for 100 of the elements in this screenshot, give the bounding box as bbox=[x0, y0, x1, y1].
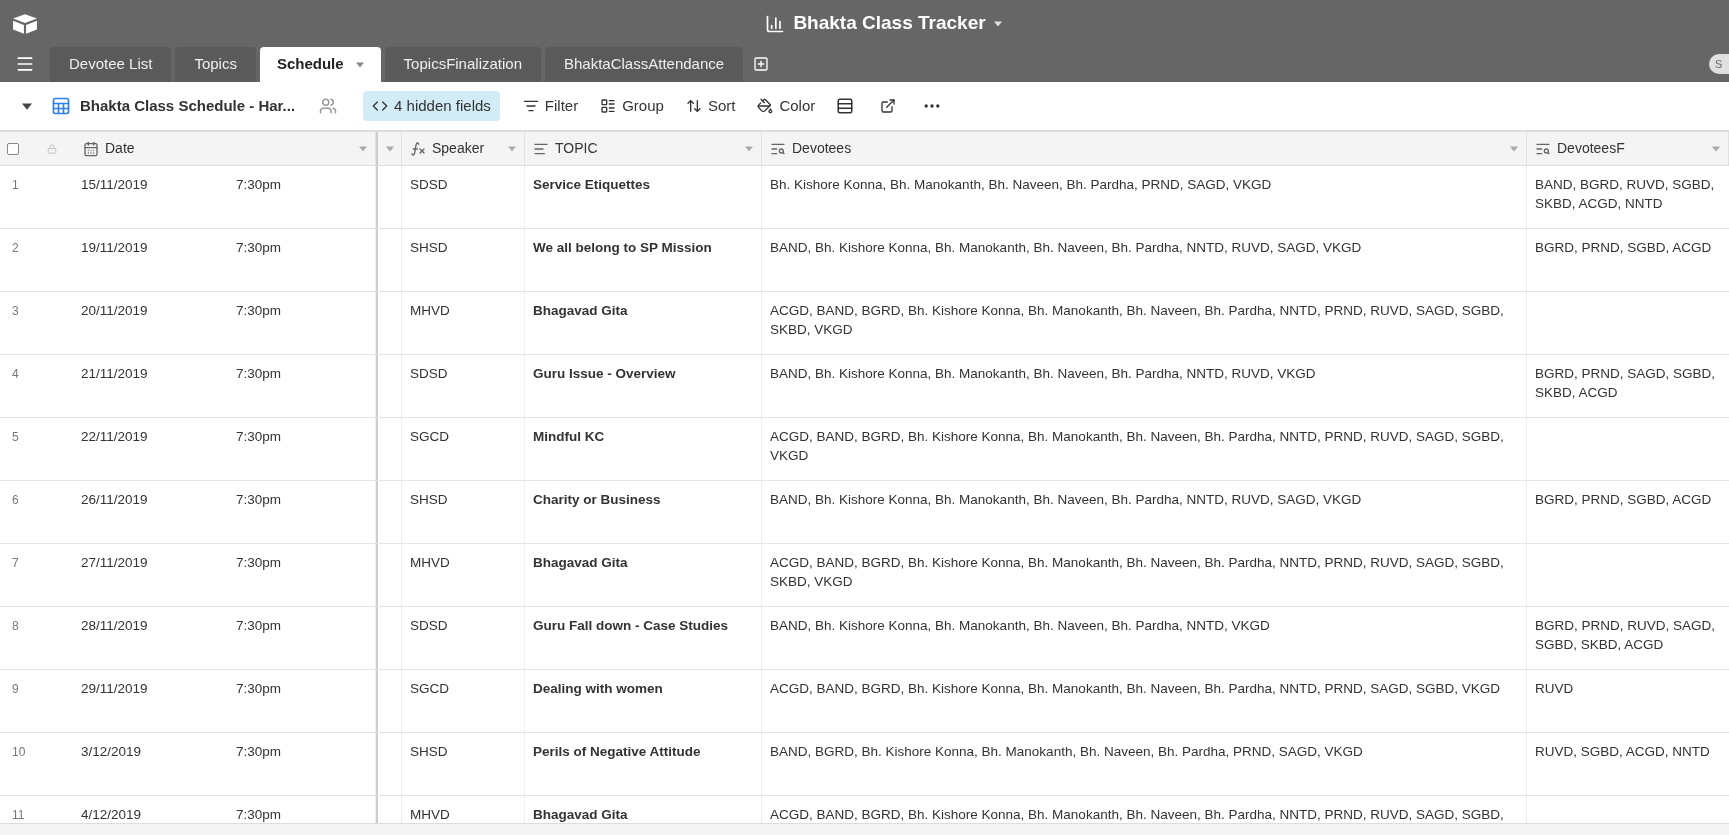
devotees-cell: ACGD, BAND, BGRD, Bh. Kishore Konna, Bh. Manokanth, Bh. Naveen, Bh. Pardha, NNTD, PRND, RUVD, SAGD, SGBD, VKGD bbox=[770, 429, 1504, 463]
calendar-icon bbox=[83, 140, 99, 157]
code-icon bbox=[372, 98, 389, 114]
devotees-cell: BGRD, PRND, SGBD, ACGD bbox=[1535, 240, 1712, 255]
devotees-cell: BAND, Bh. Kishore Konna, Bh. Manokanth, Bh. Naveen, Bh. Pardha, NNTD, RUVD, VKGD bbox=[770, 366, 1316, 381]
devotees-cell: BAND, BGRD, RUVD, SGBD, SKBD, ACGD, NNTD bbox=[1535, 177, 1715, 211]
devotees-cell: BAND, BGRD, Bh. Kishore Konna, Bh. Manokanth, Bh. Naveen, Bh. Pardha, PRND, SAGD, VKGD bbox=[770, 744, 1363, 759]
base-title[interactable]: Bhakta Class Tracker bbox=[793, 9, 986, 38]
chart-icon bbox=[765, 13, 786, 34]
time-cell-text: 7:30pm bbox=[236, 491, 282, 509]
toolbar-button[interactable]: 4 hidden fields bbox=[363, 91, 500, 121]
topic-cell: Bhagavad Gita bbox=[533, 807, 628, 822]
speaker-cell: SDSD bbox=[410, 618, 448, 633]
devotees-cell: ACGD, BAND, BGRD, Bh. Kishore Konna, Bh. Manokanth, Bh. Naveen, Bh. Pardha, NNTD, PRND, RUVD, SAGD, SGBD, bbox=[770, 807, 1504, 822]
date-cell-text: 22/11/2019 bbox=[81, 428, 149, 446]
time-cell-text: 7:30pm bbox=[236, 743, 282, 761]
date-cell-text: 29/11/2019 bbox=[81, 680, 149, 698]
people-icon[interactable] bbox=[319, 97, 338, 115]
time-cell-text: 7:30pm bbox=[236, 617, 282, 635]
column-header[interactable]: Date bbox=[75, 132, 376, 165]
topic-cell: Guru Issue - Overview bbox=[533, 366, 676, 381]
row-number: 9 bbox=[12, 682, 19, 696]
devotees-cell: ACGD, BAND, BGRD, Bh. Kishore Konna, Bh. Manokanth, Bh. Naveen, Bh. Pardha, NNTD, PRND, SAGD, SGBD, VKGD bbox=[770, 681, 1501, 696]
row-number: 2 bbox=[12, 241, 19, 255]
time-cell-text: 7:30pm bbox=[236, 806, 282, 823]
date-cell-text: 27/11/2019 bbox=[81, 554, 149, 572]
date-cell-text: 15/11/2019 bbox=[81, 176, 149, 194]
speaker-cell: SHSD bbox=[410, 240, 448, 255]
devotees-cell: ACGD, BAND, BGRD, Bh. Kishore Konna, Bh. Manokanth, Bh. Naveen, Bh. Pardha, NNTD, PRND, RUVD, SAGD, SGBD, SKBD, VKGD bbox=[770, 555, 1504, 589]
add-icon[interactable] bbox=[753, 56, 770, 72]
topic-cell: Dealing with women bbox=[533, 681, 663, 696]
time-cell-text: 7:30pm bbox=[236, 554, 282, 572]
lock-icon bbox=[47, 143, 57, 154]
column-header[interactable]: TOPIC bbox=[525, 132, 762, 165]
time-cell-text: 7:30pm bbox=[236, 428, 282, 446]
date-cell-text: 28/11/2019 bbox=[81, 617, 149, 635]
caret-icon bbox=[993, 20, 1002, 27]
devotees-cell: Bh. Kishore Konna, Bh. Manokanth, Bh. Naveen, Bh. Pardha, PRND, SAGD, VKGD bbox=[770, 177, 1272, 192]
date-cell-text: 26/11/2019 bbox=[81, 491, 149, 509]
caret-icon bbox=[22, 102, 32, 110]
caret-icon bbox=[1712, 145, 1720, 152]
view-name[interactable]: Bhakta Class Schedule - Har... bbox=[80, 94, 296, 118]
speaker-cell: SGCD bbox=[410, 429, 449, 444]
toolbar-button[interactable]: Group bbox=[591, 91, 673, 121]
caret-icon bbox=[385, 145, 394, 152]
row-number: 5 bbox=[12, 430, 19, 444]
list-icon bbox=[600, 98, 617, 114]
speaker-cell: SDSD bbox=[410, 177, 448, 192]
caret-icon bbox=[355, 61, 364, 68]
date-cell-text: 20/11/2019 bbox=[81, 302, 149, 320]
date-cell-text: 21/11/2019 bbox=[81, 365, 149, 383]
caret-icon bbox=[359, 145, 367, 152]
speaker-cell: SGCD bbox=[410, 681, 449, 696]
caret-icon bbox=[745, 145, 753, 152]
menu-icon[interactable] bbox=[15, 54, 35, 74]
table-tab[interactable]: Schedule bbox=[259, 47, 381, 82]
time-cell-text: 7:30pm bbox=[236, 365, 282, 383]
row-number: 8 bbox=[12, 619, 19, 633]
row-height-icon[interactable] bbox=[836, 97, 855, 115]
date-cell-text: 4/12/2019 bbox=[81, 806, 143, 823]
box-logo-icon bbox=[12, 12, 38, 35]
function-icon bbox=[410, 140, 426, 157]
grid-icon bbox=[51, 96, 71, 116]
devotees-cell: RUVD, SGBD, ACGD, NNTD bbox=[1535, 744, 1710, 759]
paint-bucket-icon bbox=[757, 98, 774, 114]
toolbar-button[interactable]: Filter bbox=[513, 91, 588, 121]
speaker-cell: MHVD bbox=[410, 807, 450, 822]
devotees-cell: BAND, Bh. Kishore Konna, Bh. Manokanth, Bh. Naveen, Bh. Pardha, NNTD, RUVD, SAGD, VKGD bbox=[770, 240, 1362, 255]
row-number: 10 bbox=[12, 745, 26, 759]
column-header[interactable]: Speaker bbox=[402, 132, 525, 165]
toolbar-button[interactable]: Color bbox=[748, 91, 825, 121]
devotees-cell: BAND, Bh. Kishore Konna, Bh. Manokanth, Bh. Naveen, Bh. Pardha, NNTD, RUVD, SAGD, VKGD bbox=[770, 492, 1362, 507]
date-cell-text: 19/11/2019 bbox=[81, 239, 149, 257]
speaker-cell: SHSD bbox=[410, 744, 448, 759]
date-cell-text: 3/12/2019 bbox=[81, 743, 143, 761]
caret-icon bbox=[1510, 145, 1518, 152]
time-cell-text: 7:30pm bbox=[236, 239, 282, 257]
select-all-checkbox[interactable] bbox=[7, 142, 19, 155]
table-tab[interactable]: BhaktaClassAttendance bbox=[545, 47, 744, 82]
table-tab[interactable]: TopicsFinalization bbox=[384, 47, 541, 82]
devotees-cell: ACGD, BAND, BGRD, Bh. Kishore Konna, Bh. Manokanth, Bh. Naveen, Bh. Pardha, NNTD, PRND, RUVD, SAGD, SGBD, SKBD, VKGD bbox=[770, 303, 1504, 337]
share-icon[interactable] bbox=[880, 98, 897, 114]
column-header[interactable]: DevoteesF bbox=[1527, 132, 1729, 165]
speaker-cell: MHVD bbox=[410, 303, 450, 318]
topic-cell: Service Etiquettes bbox=[533, 177, 651, 192]
table-tab[interactable]: Devotee List bbox=[50, 47, 172, 82]
sort-icon bbox=[685, 98, 702, 114]
speaker-cell: MHVD bbox=[410, 555, 450, 570]
devotees-cell: RUVD bbox=[1535, 681, 1574, 696]
row-number: 7 bbox=[12, 556, 19, 570]
column-header[interactable]: Devotees bbox=[762, 132, 1527, 165]
filter-icon bbox=[522, 98, 539, 114]
table-tab[interactable]: Topics bbox=[175, 47, 256, 82]
speaker-cell: SHSD bbox=[410, 492, 448, 507]
row-number: 3 bbox=[12, 304, 19, 318]
devotees-cell: BAND, Bh. Kishore Konna, Bh. Manokanth, Bh. Naveen, Bh. Pardha, NNTD, VKGD bbox=[770, 618, 1270, 633]
caret-icon bbox=[508, 145, 516, 152]
toolbar-button[interactable]: Sort bbox=[676, 91, 745, 121]
share-button[interactable]: S bbox=[1709, 54, 1729, 74]
row-number: 6 bbox=[12, 493, 19, 507]
